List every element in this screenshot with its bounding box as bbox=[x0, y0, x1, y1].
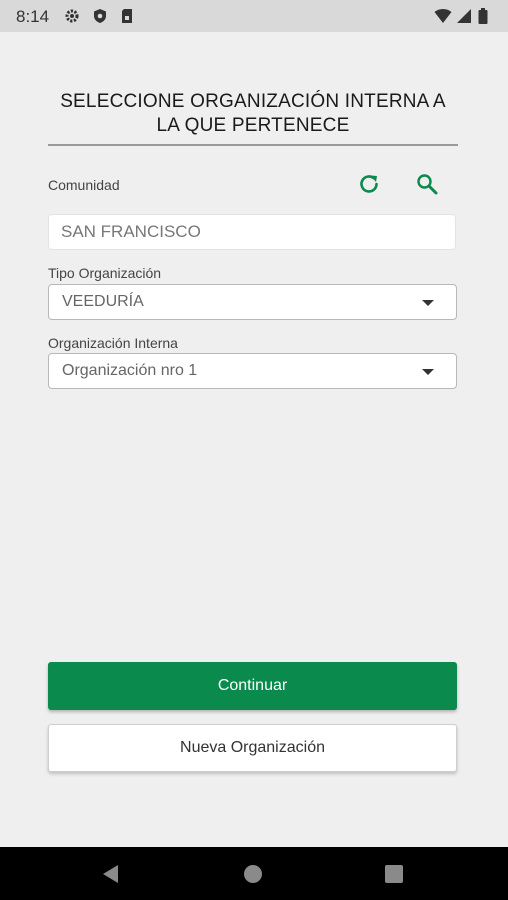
dropdown-arrow-icon bbox=[422, 300, 434, 306]
organizacion-interna-value: Organización nro 1 bbox=[62, 362, 198, 379]
organizacion-interna-label: Organización Interna bbox=[48, 335, 178, 351]
signal-icon bbox=[457, 9, 471, 23]
organizacion-interna-select[interactable]: Organización nro 1 bbox=[48, 353, 457, 389]
status-bar: 8:14 bbox=[0, 0, 508, 32]
tipo-organizacion-select[interactable]: VEEDURÍA bbox=[48, 284, 457, 320]
refresh-icon bbox=[360, 175, 378, 193]
refresh-button[interactable] bbox=[355, 170, 383, 198]
search-icon bbox=[417, 174, 438, 195]
search-button[interactable] bbox=[413, 170, 441, 198]
navigation-bar bbox=[0, 847, 508, 900]
comunidad-label: Comunidad bbox=[48, 177, 120, 193]
gear-icon bbox=[65, 9, 79, 23]
dropdown-arrow-icon bbox=[422, 369, 434, 375]
continue-button[interactable]: Continuar bbox=[48, 662, 457, 710]
sim-card-icon bbox=[122, 9, 132, 23]
status-time: 8:14 bbox=[16, 7, 50, 26]
back-icon[interactable] bbox=[100, 863, 122, 885]
wifi-icon bbox=[434, 9, 452, 23]
shield-icon bbox=[94, 9, 106, 23]
home-icon[interactable] bbox=[242, 863, 264, 885]
title-divider bbox=[48, 144, 458, 146]
page-title: SELECCIONE ORGANIZACIÓN INTERNA A LA QUE… bbox=[60, 91, 446, 136]
tipo-organizacion-value: VEEDURÍA bbox=[62, 293, 144, 310]
recents-icon[interactable] bbox=[383, 863, 405, 885]
battery-icon bbox=[478, 8, 488, 24]
tipo-organizacion-label: Tipo Organización bbox=[48, 265, 162, 281]
new-organization-button[interactable]: Nueva Organización bbox=[48, 724, 457, 772]
comunidad-field[interactable]: SAN FRANCISCO bbox=[48, 214, 456, 250]
